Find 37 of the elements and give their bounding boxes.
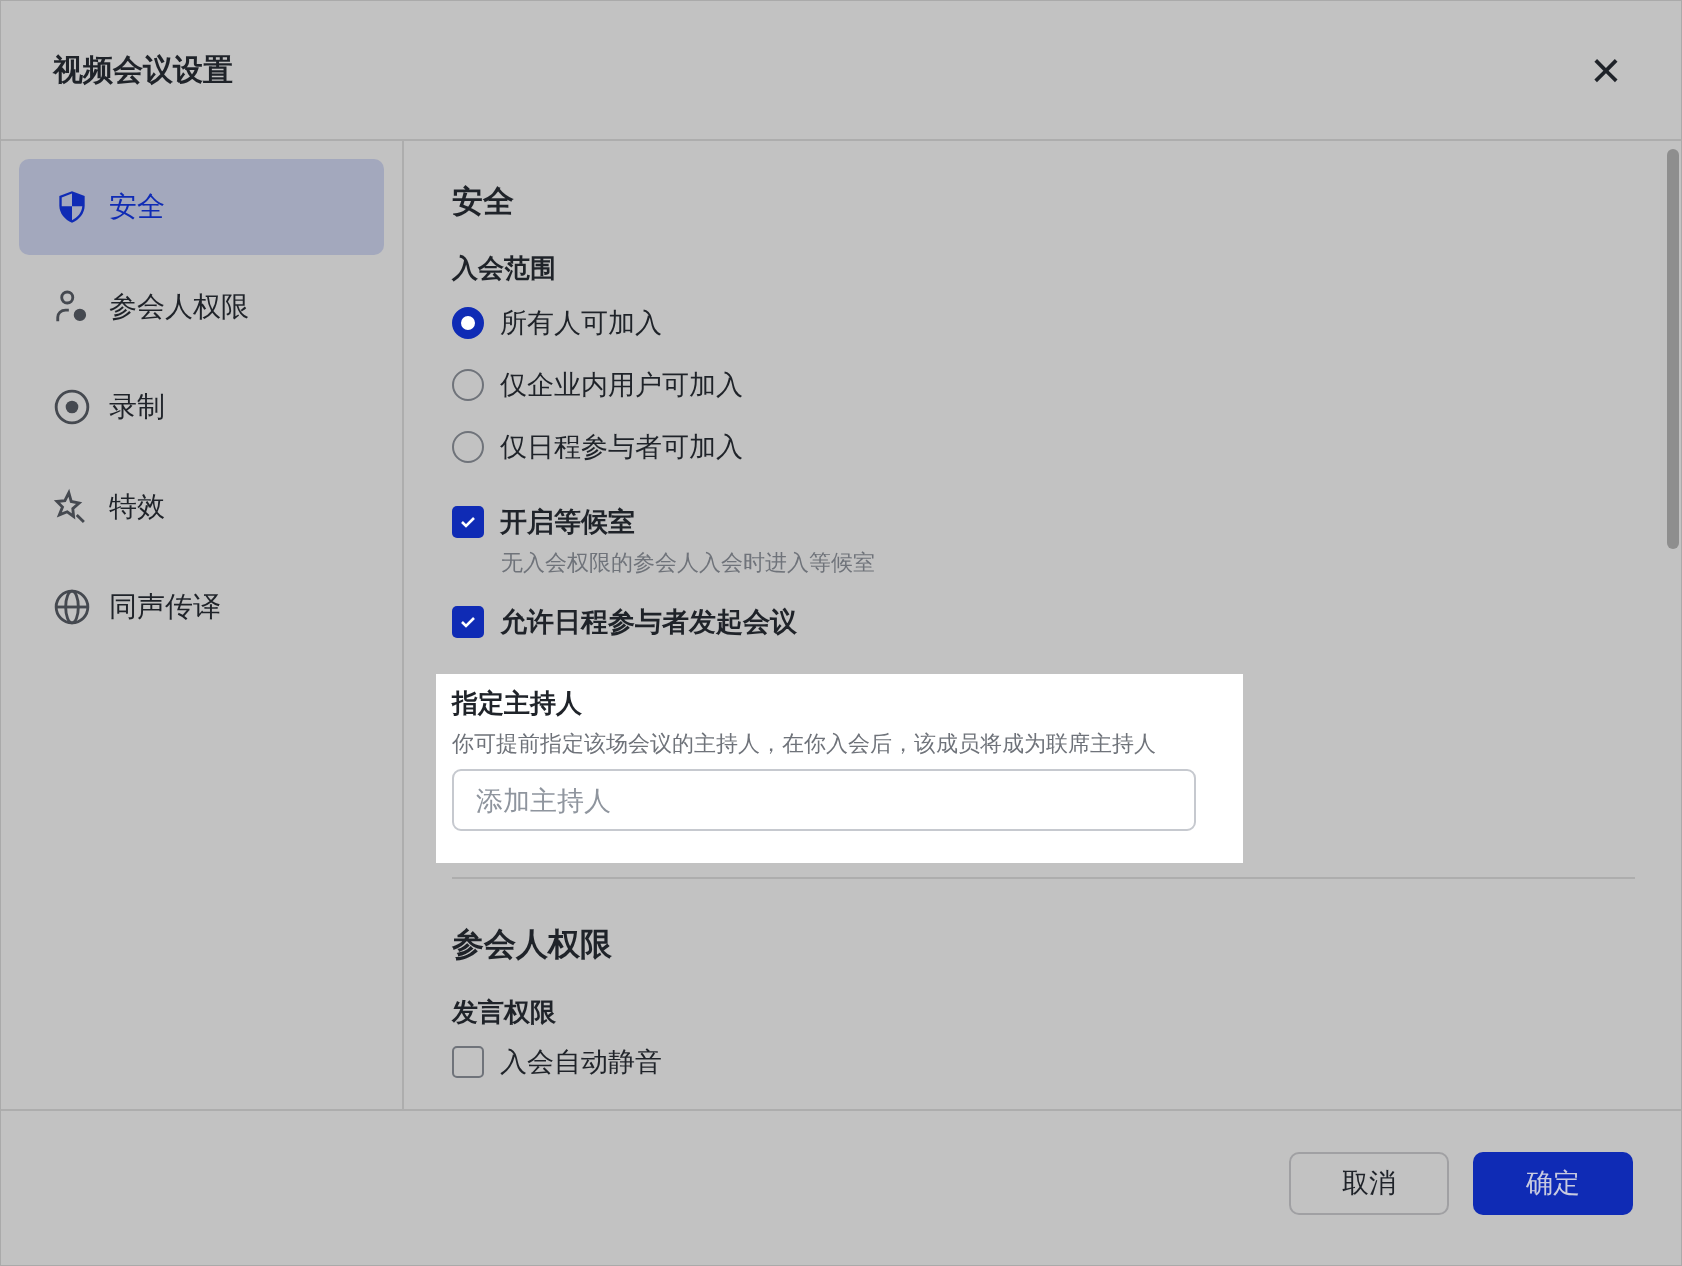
radio-label: 仅日程参与者可加入 xyxy=(500,430,743,464)
globe-icon xyxy=(53,588,91,626)
group-label: 发言权限 xyxy=(452,996,557,1029)
section-title: 参会人权限 xyxy=(452,924,613,965)
group-label: 入会范围 xyxy=(452,252,557,285)
host-input-field[interactable]: 添加主持人 xyxy=(452,769,1196,831)
checkbox-label: 开启等候室 xyxy=(500,505,635,539)
sidebar-item[interactable]: 参会人权限 xyxy=(19,259,384,355)
checkbox[interactable] xyxy=(452,1046,484,1078)
sidebar-item-label: 安全 xyxy=(109,189,165,225)
scrollbar-thumb[interactable] xyxy=(1667,149,1679,549)
checkbox[interactable] xyxy=(452,506,484,538)
radio-button[interactable] xyxy=(452,369,484,401)
sidebar-item-label: 参会人权限 xyxy=(109,289,249,325)
sidebar-item[interactable]: 录制 xyxy=(19,359,384,455)
sidebar-item[interactable]: 同声传译 xyxy=(19,559,384,655)
radio-button[interactable] xyxy=(452,431,484,463)
sidebar-item[interactable]: 特效 xyxy=(19,459,384,555)
sidebar-item-label: 录制 xyxy=(109,389,165,425)
sidebar-item[interactable]: 安全 xyxy=(19,159,384,255)
sidebar-item-label: 同声传译 xyxy=(109,589,221,625)
record-icon xyxy=(53,388,91,426)
checkbox-label: 入会自动静音 xyxy=(500,1045,662,1079)
cancel-button[interactable]: 取消 xyxy=(1289,1151,1449,1215)
sidebar-item-label: 特效 xyxy=(109,489,165,525)
confirm-button[interactable]: 确定 xyxy=(1473,1151,1633,1215)
checkbox-label: 允许日程参与者发起会议 xyxy=(500,605,797,639)
radio-button[interactable] xyxy=(452,307,484,339)
radio-label: 所有人可加入 xyxy=(500,306,662,340)
radio-label: 仅企业内用户可加入 xyxy=(500,368,743,402)
dialog-title: 视频会议设置 xyxy=(53,50,233,89)
host-description: 你可提前指定该场会议的主持人，在你入会后，该成员将成为联席主持人 xyxy=(452,730,1157,758)
checkbox-description: 无入会权限的参会人入会时进入等候室 xyxy=(501,549,876,577)
section-title: 安全 xyxy=(452,182,515,221)
checkbox[interactable] xyxy=(452,606,484,638)
close-button[interactable]: × xyxy=(1582,44,1629,96)
host-title: 指定主持人 xyxy=(452,687,583,720)
